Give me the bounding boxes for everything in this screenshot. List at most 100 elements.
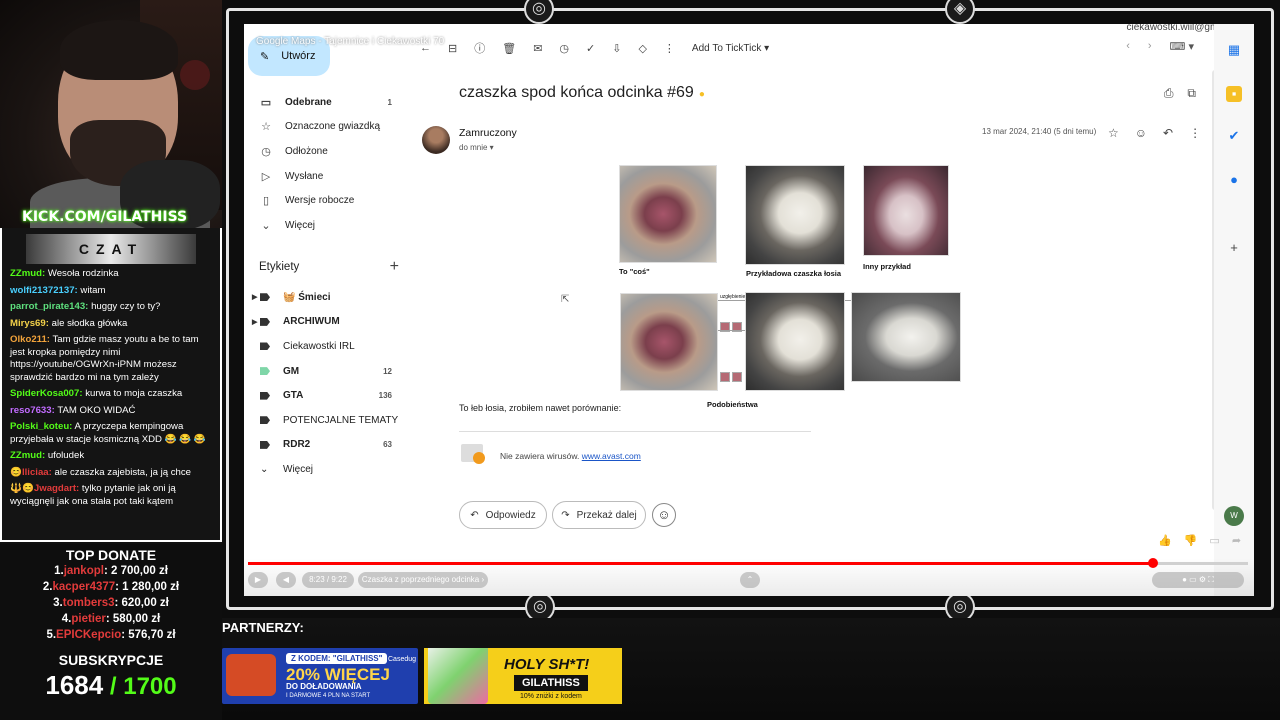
label-item[interactable]: Ciekawostki IRL [244, 334, 412, 359]
chat-username[interactable]: Polski_koteu: [10, 421, 72, 432]
add-label-icon[interactable]: + [390, 258, 399, 276]
label-name: ARCHIWUM [283, 316, 340, 328]
image-moose-skull[interactable] [745, 165, 845, 265]
star-icon[interactable]: ☆ [1108, 126, 1119, 140]
nav-item[interactable]: ▭ Odebrane 1 [244, 90, 412, 115]
compose-label: Utwórz [281, 50, 316, 62]
add-task-icon[interactable]: ✓ [586, 42, 595, 55]
next-icon[interactable]: › [1148, 40, 1152, 53]
snooze-icon[interactable]: ◷ [559, 42, 569, 55]
message-toolbar: ← ⊟ ⓘ 🗑 ✉ ◷ ✓ ⇩ ◇ ⋮ Add To TickTick ▾ [420, 40, 769, 56]
nav-item[interactable]: ☆ Oznaczone gwiazdką [244, 115, 412, 140]
label-icon[interactable]: ◇ [638, 42, 646, 55]
player-settings[interactable]: ● ▭ ⚙ ⛶ [1152, 572, 1244, 588]
comment-icon[interactable]: ▭ [1209, 534, 1219, 547]
label-item[interactable]: GM 12 [244, 359, 412, 384]
chat-username[interactable]: 😊lliciaa: [10, 467, 52, 478]
forward-button[interactable]: ↷ Przekaż dalej [552, 501, 646, 529]
reply-icon[interactable]: ↶ [1163, 126, 1173, 140]
delete-icon[interactable]: 🗑 [502, 42, 516, 55]
dislike-icon[interactable]: 👎 [1184, 534, 1198, 547]
label-name: RDR2 [283, 439, 311, 451]
chat-username[interactable]: wolfi21372137: [10, 285, 78, 296]
signature-divider [459, 431, 811, 432]
chat-text: TAM OKO WIDAĆ [57, 404, 136, 416]
chat-username[interactable]: reso7633: [10, 405, 55, 416]
ticktick-button[interactable]: Add To TickTick ▾ [692, 43, 769, 54]
image-other-example[interactable] [863, 165, 949, 256]
image-compare-skull-top[interactable] [851, 292, 961, 382]
importance-icon[interactable]: ● [699, 89, 705, 100]
image-compare-thing[interactable] [620, 293, 718, 391]
play-icon[interactable]: ▶ [248, 572, 268, 588]
chat-username[interactable]: ZZmud: [10, 268, 45, 279]
print-icon[interactable]: ⎙ [1164, 86, 1174, 101]
share-icon[interactable]: ➦ [1232, 534, 1241, 547]
label-item[interactable]: ▶ 🧺 Śmieci [244, 285, 412, 310]
open-new-window-icon[interactable]: ⧉ [1187, 86, 1196, 101]
chat-username[interactable]: SpiderKosa007: [10, 388, 83, 399]
partner-banner-holy[interactable]: HOLY SH*T! GILATHISS 10% zniżki z kodem [424, 648, 622, 704]
donate-row: 5.EPICKepcio: 576,70 zł [0, 627, 222, 643]
tasks-icon[interactable]: ✔ [1226, 128, 1242, 144]
chat-username[interactable]: Olko211: [10, 334, 50, 345]
chat-text: ale czaszka zajebista, ja ją chce [54, 466, 191, 478]
emoji-reaction-button[interactable]: ☺ [652, 503, 676, 527]
label-item[interactable]: ⌄ Więcej [244, 457, 412, 482]
image-compare-skull[interactable] [745, 292, 845, 391]
caption-compare: Podobieństwa [707, 400, 758, 409]
kick-channel-tag: KICK.COM/GILATHISS [22, 209, 188, 225]
expand-arrow-icon[interactable]: ▶ [252, 293, 260, 301]
keep-icon[interactable]: ▪ [1226, 86, 1242, 102]
nav-item[interactable]: ◷ Odłożone [244, 139, 412, 164]
like-icon[interactable]: 👍 [1158, 534, 1172, 547]
emoji-react-icon[interactable]: ☺ [1135, 126, 1147, 140]
donate-name: jankopl [63, 565, 104, 577]
prev-icon[interactable]: ‹ [1126, 40, 1130, 53]
chevron-up-icon[interactable]: ⌃ [740, 572, 760, 588]
reply-button[interactable]: ↶ Odpowiedz [459, 501, 547, 529]
calendar-icon[interactable]: ▦ [1226, 42, 1242, 58]
donate-row: 3.tombers3: 620,00 zł [0, 595, 222, 611]
expand-arrow-icon[interactable]: ▶ [252, 318, 260, 326]
chat-username[interactable]: ZZmud: [10, 450, 45, 461]
avast-link[interactable]: www.avast.com [582, 451, 641, 461]
add-addon-icon[interactable]: + [1226, 240, 1242, 256]
chat-username[interactable]: Mirys69: [10, 318, 49, 329]
label-item[interactable]: ▶ ARCHIWUM [244, 310, 412, 335]
more-icon[interactable]: ⋮ [1189, 126, 1201, 140]
mark-unread-icon[interactable]: ✉ [533, 42, 542, 55]
move-to-icon[interactable]: ⇩ [612, 42, 621, 55]
label-tag-icon [260, 293, 270, 302]
recipient-dropdown[interactable]: do mnie ▾ [459, 143, 494, 152]
label-item[interactable]: POTENCJALNE TEMATY [244, 408, 412, 433]
contacts-icon[interactable]: ● [1226, 172, 1242, 188]
nav-item[interactable]: ⌄ Więcej [244, 213, 412, 238]
donate-row: 4.pietier: 580,00 zł [0, 611, 222, 627]
addon-icon[interactable]: W [1224, 506, 1244, 526]
image-thing[interactable] [619, 165, 717, 263]
draft-icon: ▯ [262, 195, 270, 208]
volume-icon[interactable]: ◀ [276, 572, 296, 588]
label-item[interactable]: GTA 136 [244, 383, 412, 408]
more-icon[interactable]: ⋮ [664, 42, 675, 55]
report-spam-icon[interactable]: ⓘ [474, 40, 485, 56]
back-icon[interactable]: ← [420, 42, 431, 54]
label-item[interactable]: RDR2 63 [244, 433, 412, 458]
donate-rank: 5. [46, 629, 57, 641]
inbox-icon: ▭ [260, 96, 272, 109]
subject-text: czaszka spod końca odcinka #69 [459, 84, 694, 101]
progress-knob[interactable] [1148, 558, 1158, 568]
chat-username[interactable]: 🔱😊Jwagdart: [10, 483, 79, 494]
reply-icon: ↶ [470, 509, 479, 521]
keyboard-icon[interactable]: ⌨ ▾ [1170, 40, 1194, 53]
nav-item[interactable]: ▯ Wersje robocze [244, 188, 412, 213]
mouse-cursor-icon: ⇱ [561, 294, 570, 305]
partner-banner-casedug[interactable]: Z KODEM: "GILATHISS" 20% WIĘCEJ DO DOŁAD… [222, 648, 418, 704]
chat-username[interactable]: parrot_pirate143: [10, 301, 88, 312]
video-progress-bar[interactable] [248, 558, 1248, 568]
top-donate-list: 1.jankopl: 2 700,00 zł 2.kacper4377: 1 28… [0, 563, 222, 643]
chapter-button[interactable]: Czaszka z poprzedniego odcinka › [358, 572, 488, 588]
archive-icon[interactable]: ⊟ [448, 42, 457, 55]
nav-item[interactable]: ▷ Wysłane [244, 164, 412, 189]
